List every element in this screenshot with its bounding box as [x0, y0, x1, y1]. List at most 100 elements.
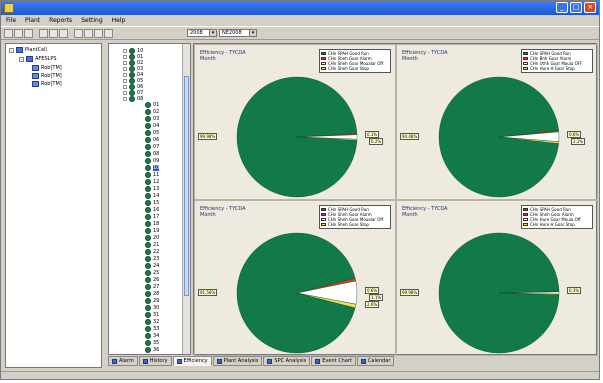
device-item[interactable]: 35	[145, 340, 159, 346]
device-item[interactable]: 27	[145, 284, 159, 290]
help-button[interactable]	[104, 28, 113, 38]
tab-alarm[interactable]: Alarm	[108, 356, 138, 366]
print-button[interactable]	[74, 28, 83, 38]
device-item[interactable]: 05	[145, 130, 159, 136]
scrollbar-thumb[interactable]	[184, 76, 189, 296]
device-group-item[interactable]: 08	[123, 96, 143, 102]
device-item[interactable]: 23	[145, 256, 159, 262]
chart-legend: CHn SPAH Good Run CHn Sheh Goar Alarm CHn …	[319, 49, 391, 73]
menu-plant[interactable]: Plant	[25, 17, 40, 24]
device-item[interactable]: 22	[145, 249, 159, 255]
tree-leaf[interactable]: Rob[TM]	[32, 81, 62, 87]
expand-icon[interactable]	[123, 97, 127, 101]
device-item[interactable]: 28	[145, 291, 159, 297]
device-item[interactable]: 31	[145, 312, 159, 318]
device-item[interactable]: 17	[145, 214, 159, 220]
collapse-icon[interactable]: -	[9, 47, 14, 53]
device-item[interactable]: 03	[145, 116, 159, 122]
tree-root[interactable]: - PlantCell	[9, 47, 47, 53]
device-label: 16	[153, 207, 160, 213]
device-item[interactable]: 25	[145, 270, 159, 276]
paste-button[interactable]	[59, 28, 68, 38]
device-item[interactable]: 10	[145, 165, 160, 171]
expand-icon[interactable]	[123, 73, 127, 77]
device-item[interactable]: 13	[145, 186, 159, 192]
device-item[interactable]: 30	[145, 305, 159, 311]
chevron-down-icon[interactable]: ▾	[209, 30, 216, 36]
zoom-button[interactable]	[94, 28, 103, 38]
device-status-icon	[145, 326, 151, 332]
device-item[interactable]: 16	[145, 207, 159, 213]
device-item[interactable]: 14	[145, 193, 159, 199]
device-item[interactable]: 19	[145, 228, 159, 234]
tab-calendar[interactable]: Calendar	[356, 356, 395, 366]
tab-icon	[216, 358, 222, 364]
device-item[interactable]: 04	[145, 123, 159, 129]
tab-history[interactable]: History	[138, 356, 172, 366]
device-item[interactable]: 32	[145, 319, 159, 325]
expand-icon[interactable]	[123, 67, 127, 71]
tab-plant-analysis[interactable]: Plant Analysis	[212, 356, 263, 366]
device-label: 23	[153, 256, 160, 262]
device-item[interactable]: 08	[145, 151, 159, 157]
tree-leaf[interactable]: Rob[TM]	[32, 73, 62, 79]
device-item[interactable]: 09	[145, 158, 159, 164]
cut-button[interactable]	[39, 28, 48, 38]
menu-reports[interactable]: Reports	[49, 17, 72, 24]
device-item[interactable]: 12	[145, 179, 159, 185]
expand-icon[interactable]	[123, 61, 127, 65]
device-item[interactable]: 07	[145, 144, 159, 150]
device-label: 29	[153, 298, 160, 304]
menu-help[interactable]: Help	[112, 17, 126, 24]
save-button[interactable]	[24, 28, 33, 38]
device-item[interactable]: 06	[145, 137, 159, 143]
expand-icon[interactable]	[123, 55, 127, 59]
device-item[interactable]: 11	[145, 172, 159, 178]
device-item[interactable]: 24	[145, 263, 159, 269]
device-status-icon	[145, 200, 151, 206]
device-item[interactable]: 21	[145, 242, 159, 248]
shift-select[interactable]: NE2008 ▾	[219, 29, 257, 37]
chart-legend: CHn SPAH Good Run CHn Sheh Goar Alarm CHn …	[319, 205, 391, 229]
menu-setting[interactable]: Setting	[81, 17, 102, 24]
new-button[interactable]	[4, 28, 13, 38]
device-item[interactable]: 34	[145, 333, 159, 339]
date-select[interactable]: 2008 ▾	[187, 29, 217, 37]
expand-icon[interactable]	[123, 91, 127, 95]
device-item[interactable]: 15	[145, 200, 159, 206]
device-item[interactable]: 20	[145, 235, 159, 241]
title-bar[interactable]: _ □ ×	[1, 1, 599, 15]
device-status-icon	[145, 333, 151, 339]
device-item[interactable]: 29	[145, 298, 159, 304]
collapse-icon[interactable]: -	[19, 56, 24, 62]
device-item[interactable]: 36	[145, 347, 159, 353]
tab-spc-analysis[interactable]: SPC Analysis	[263, 356, 311, 366]
device-item[interactable]: 33	[145, 326, 159, 332]
chart-subtitle: Month	[402, 56, 418, 62]
device-item[interactable]: 02	[145, 109, 159, 115]
device-list-scrollbar[interactable]	[182, 44, 190, 354]
tab-efficiency[interactable]: Efficiency	[172, 356, 212, 366]
copy-button[interactable]	[49, 28, 58, 38]
close-button[interactable]: ×	[584, 2, 596, 13]
expand-icon[interactable]	[123, 49, 127, 53]
tab-event-chart[interactable]: Event Chart	[311, 356, 356, 366]
device-item[interactable]: 18	[145, 221, 159, 227]
device-list: 10 01 02 03 04 05 06 07 08 01 02 03 04 05 06 07 08 09 10 11…	[108, 43, 191, 355]
refresh-button[interactable]	[84, 28, 93, 38]
tree-child[interactable]: - AFESLPS	[19, 56, 57, 62]
device-status-icon	[145, 102, 151, 108]
device-label: 17	[153, 214, 160, 220]
maximize-button[interactable]: □	[570, 2, 582, 13]
minimize-button[interactable]: _	[556, 2, 568, 13]
menu-file[interactable]: File	[6, 17, 16, 24]
chevron-down-icon[interactable]: ▾	[249, 30, 256, 36]
legend-swatch	[523, 218, 528, 221]
expand-icon[interactable]	[123, 85, 127, 89]
device-item[interactable]: 01	[145, 102, 159, 108]
open-button[interactable]	[14, 28, 23, 38]
expand-icon[interactable]	[123, 79, 127, 83]
efficiency-chart: Efficiency - TYCDA Month CHn SPAH Good Run…	[194, 200, 396, 356]
device-item[interactable]: 26	[145, 277, 159, 283]
tree-leaf[interactable]: Rob[TM]	[32, 65, 62, 71]
